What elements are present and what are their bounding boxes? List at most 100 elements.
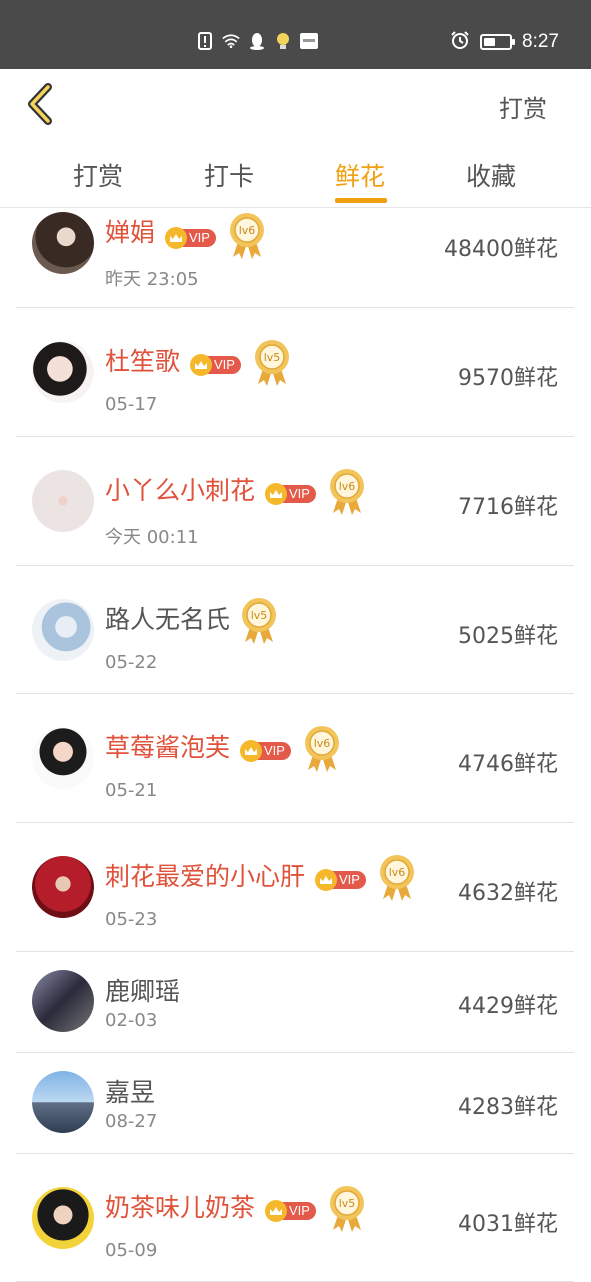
level-medal-icon: lv6 (303, 724, 341, 774)
level-medal-icon: lv6 (378, 853, 416, 903)
gift-date: 02-03 (105, 1010, 158, 1031)
header: 打赏 (0, 69, 591, 141)
list-item[interactable]: 奶茶味儿奶茶 05-09 4031鲜花 VIP lv5 (16, 1154, 574, 1282)
tab-reward[interactable]: 打赏 (73, 157, 123, 193)
flower-count: 4283鲜花 (458, 1095, 558, 1120)
user-name[interactable]: 杜笙歌 (105, 342, 180, 378)
user-name[interactable]: 小丫么小刺花 (105, 471, 255, 507)
user-name[interactable]: 婵娟 (105, 213, 155, 249)
list-item[interactable]: 草莓酱泡芙 05-21 4746鲜花 VIP lv6 (16, 694, 574, 823)
bulb-icon (274, 32, 292, 50)
level-label: lv6 (339, 480, 356, 493)
vip-badge: VIP (265, 1200, 316, 1222)
crown-icon (265, 1200, 287, 1222)
flower-count: 4746鲜花 (458, 752, 558, 777)
avatar[interactable] (32, 341, 94, 403)
wifi-icon (222, 32, 240, 50)
level-medal-icon: lv6 (228, 211, 266, 261)
status-icons (196, 32, 318, 50)
avatar[interactable] (32, 212, 94, 274)
ranking-list: 婵娟昨天 23:05 48400鲜花 VIP lv6 杜笙歌 05-17 9570鲜花 VIP… (16, 207, 574, 1282)
crown-icon (240, 740, 262, 762)
level-label: lv6 (314, 737, 331, 750)
crown-icon (165, 227, 187, 249)
avatar[interactable] (32, 599, 94, 661)
level-label: lv5 (251, 609, 268, 622)
avatar[interactable] (32, 727, 94, 789)
battery-icon (480, 34, 516, 50)
gift-date: 05-21 (105, 780, 158, 801)
badge-group: VIP lv5 (265, 1184, 366, 1234)
level-medal-icon: lv5 (240, 596, 278, 646)
user-name[interactable]: 路人无名氏 (105, 600, 230, 636)
flower-count: 4632鲜花 (458, 881, 558, 906)
tab-checkin[interactable]: 打卡 (204, 157, 254, 193)
user-name[interactable]: 奶茶味儿奶茶 (105, 1188, 255, 1224)
crown-icon (190, 354, 212, 376)
vip-badge: VIP (190, 354, 241, 376)
level-medal-icon: lv6 (328, 467, 366, 517)
tab-flowers[interactable]: 鲜花 (335, 157, 385, 193)
alert-icon (196, 32, 214, 50)
list-item[interactable]: 嘉昱 08-27 4283鲜花 (16, 1053, 574, 1154)
level-label: lv5 (264, 351, 281, 364)
tab-bar: 打赏 打卡 鲜花 收藏 (0, 141, 591, 208)
clock: 8:27 (522, 31, 559, 52)
list-item[interactable]: 杜笙歌 05-17 9570鲜花 VIP lv5 (16, 308, 574, 437)
user-name[interactable]: 鹿卿瑶 (105, 972, 180, 1008)
back-button[interactable] (22, 81, 62, 127)
list-item[interactable]: 鹿卿瑶 02-03 4429鲜花 (16, 952, 574, 1053)
user-name[interactable]: 草莓酱泡芙 (105, 728, 230, 764)
reward-button[interactable]: 打赏 (499, 89, 547, 124)
level-label: lv5 (339, 1197, 356, 1210)
badge-group: VIP lv6 (240, 724, 341, 774)
gift-date: 08-27 (105, 1111, 158, 1132)
qq-icon (248, 32, 266, 50)
avatar[interactable] (32, 470, 94, 532)
crown-icon (315, 869, 337, 891)
gift-date: 05-23 (105, 909, 158, 930)
gift-date: 05-17 (105, 394, 158, 415)
vip-badge: VIP (240, 740, 291, 762)
chevron-left-icon (28, 83, 52, 125)
list-item[interactable]: 婵娟昨天 23:05 48400鲜花 VIP lv6 (16, 207, 574, 308)
avatar[interactable] (32, 1187, 94, 1249)
avatar[interactable] (32, 1071, 94, 1133)
badge-group: VIP lv5 (190, 338, 291, 388)
status-right: 8:27 (450, 30, 559, 54)
flower-count: 4031鲜花 (458, 1212, 558, 1237)
crown-icon (265, 483, 287, 505)
status-bar: 8:27 (0, 0, 591, 69)
avatar[interactable] (32, 970, 94, 1032)
list-item[interactable]: 刺花最爱的小心肝 05-23 4632鲜花 VIP lv6 (16, 823, 574, 952)
badge-group: VIP lv6 (265, 467, 366, 517)
list-item[interactable]: 路人无名氏 05-22 5025鲜花 lv5 (16, 566, 574, 694)
level-label: lv6 (389, 866, 406, 879)
wps-icon (300, 32, 318, 50)
vip-badge: VIP (165, 227, 216, 249)
gift-date: 今天 00:11 (105, 527, 199, 548)
level-medal-icon: lv5 (328, 1184, 366, 1234)
vip-badge: VIP (265, 483, 316, 505)
list-item[interactable]: 小丫么小刺花 今天 00:11 7716鲜花 VIP lv6 (16, 437, 574, 566)
gift-date: 05-09 (105, 1240, 158, 1261)
vip-badge: VIP (315, 869, 366, 891)
gift-date: 昨天 23:05 (105, 269, 199, 290)
level-label: lv6 (239, 224, 256, 237)
badge-group: VIP lv6 (165, 211, 266, 261)
user-name[interactable]: 嘉昱 (105, 1073, 155, 1109)
flower-count: 5025鲜花 (458, 624, 558, 649)
battery-level (484, 38, 496, 46)
badge-group: lv5 (240, 596, 278, 646)
flower-count: 4429鲜花 (458, 994, 558, 1019)
user-name[interactable]: 刺花最爱的小心肝 (105, 857, 305, 893)
badge-group: VIP lv6 (315, 853, 416, 903)
flower-count: 9570鲜花 (458, 366, 558, 391)
alarm-icon (450, 30, 470, 54)
active-tab-indicator (335, 198, 387, 203)
level-medal-icon: lv5 (253, 338, 291, 388)
avatar[interactable] (32, 856, 94, 918)
tab-favorites[interactable]: 收藏 (466, 157, 516, 193)
flower-count: 48400鲜花 (444, 237, 558, 262)
gift-date: 05-22 (105, 652, 158, 673)
